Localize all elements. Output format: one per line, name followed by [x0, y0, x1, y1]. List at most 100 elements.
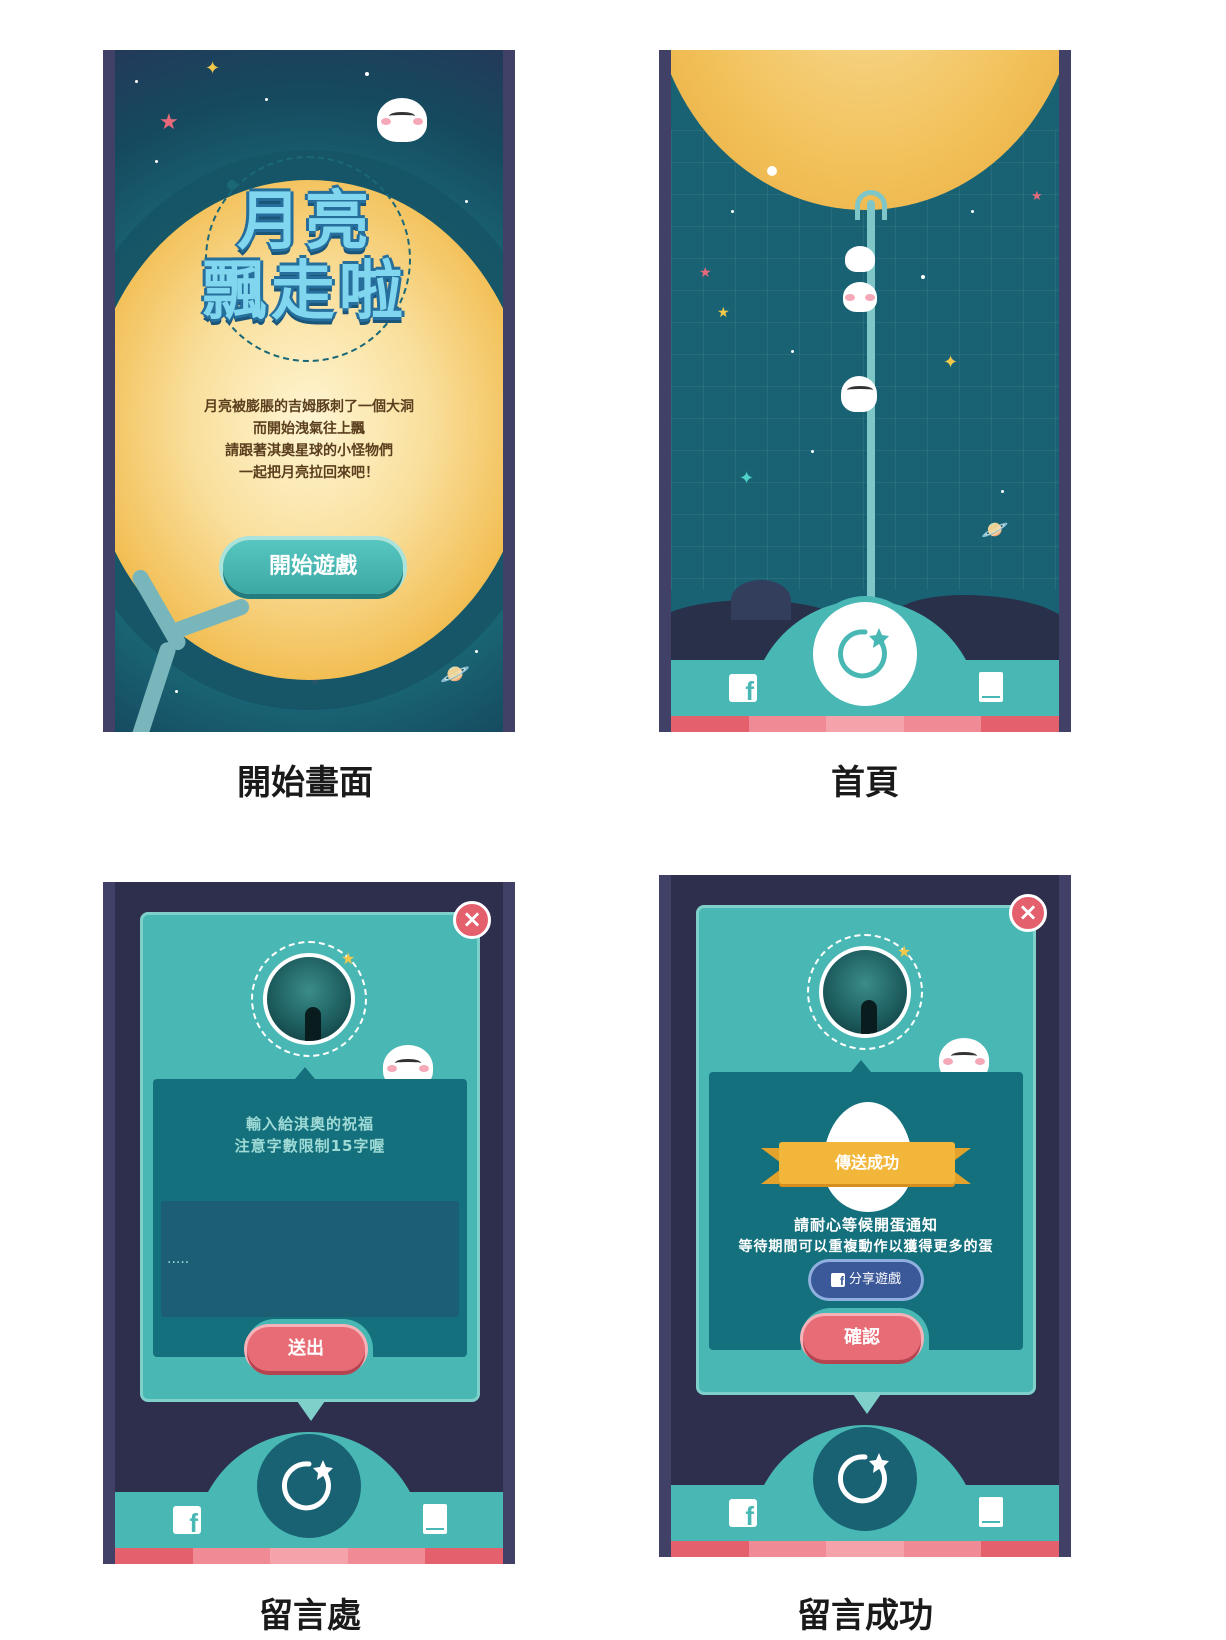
monster-cheek [413, 118, 423, 125]
share-label: 分享遊戲 [848, 1272, 901, 1287]
facebook-icon[interactable]: f [173, 1506, 201, 1538]
reload-button[interactable] [813, 602, 917, 706]
star-dot [465, 200, 468, 203]
submit-button[interactable]: 送出 [247, 1327, 365, 1371]
game-title-line2: 飄走啦 [203, 255, 407, 329]
book-icon[interactable] [423, 1504, 447, 1534]
reload-button[interactable] [257, 1434, 361, 1538]
reload-button[interactable] [813, 1427, 917, 1531]
start-screen-background: ✦ ★ ★ 🪐 月亮 飄走啦 月亮被膨脹的吉姆豚刺了一個大洞 而開始洩氣往上飄 … [115, 50, 503, 732]
reload-star-icon [838, 1453, 889, 1504]
success-dialog: × ★ 傳送成功 請耐心等候開蛋通知 等待期間可以重複動作以獲得更多的蛋 f 分享… [696, 894, 1047, 1414]
saturn-icon: 🪐 [981, 518, 1009, 543]
success-line1: 請耐心等候開蛋通知 [793, 1216, 938, 1234]
star-dot [791, 350, 794, 353]
monster-cheek [419, 1065, 429, 1072]
color-stripes [671, 716, 1059, 732]
silhouette [861, 1000, 877, 1034]
start-game-button[interactable]: 開始遊戲 [223, 540, 403, 594]
bottom-nav: f [659, 600, 1071, 732]
star-dot [175, 690, 178, 693]
monster-cheek [387, 1065, 397, 1072]
confirm-button[interactable]: 確認 [803, 1316, 921, 1360]
facebook-glyph: f [189, 1508, 198, 1538]
intro-line: 月亮被膨脹的吉姆豚刺了一個大洞 [204, 399, 414, 415]
silhouette [305, 1007, 321, 1041]
bottom-nav: f [659, 1425, 1071, 1557]
book-icon[interactable] [979, 672, 1003, 702]
card-notch [295, 1067, 315, 1079]
dialog-tail [853, 1394, 881, 1414]
message-screen: × ★ 輸入給淇奧的祝福 注意字數限制15字喔 送出 f [103, 882, 515, 1564]
monster-eyes [389, 112, 415, 120]
climbing-monster [841, 376, 877, 412]
facebook-glyph: f [745, 676, 754, 706]
caption-home: 首頁 [831, 763, 899, 803]
star-dot [135, 80, 138, 83]
sparkle-icon: ✦ [739, 468, 755, 489]
color-stripes [671, 1541, 1059, 1557]
star-dot [475, 650, 478, 653]
facebook-glyph: f [745, 1501, 754, 1531]
monster-eyes [951, 1052, 977, 1060]
monster-eyes [847, 386, 873, 394]
star-dot [767, 166, 777, 176]
dialog-tail [297, 1401, 325, 1421]
message-input[interactable] [161, 1201, 459, 1317]
reload-star-icon [838, 628, 889, 679]
tree-branch [128, 640, 178, 732]
climbing-monster [843, 282, 877, 312]
saturn-icon: 🪐 [440, 660, 470, 688]
intro-line: 請跟著淇奧星球的小怪物們 [225, 443, 393, 459]
intro-line: 一起把月亮拉回來吧！ [239, 465, 379, 481]
prompt-line2: 注意字數限制15字喔 [234, 1137, 386, 1155]
star-dot [1001, 490, 1004, 493]
facebook-icon[interactable]: f [729, 1499, 757, 1531]
reload-star-icon [282, 1460, 333, 1511]
star-dot [731, 210, 734, 213]
monster-cheek [845, 294, 855, 301]
success-screen: × ★ 傳送成功 請耐心等候開蛋通知 等待期間可以重複動作以獲得更多的蛋 f 分享… [659, 875, 1071, 1557]
intro-line: 而開始洩氣往上飄 [253, 421, 365, 437]
book-icon[interactable] [979, 1497, 1003, 1527]
star-icon: ★ [159, 110, 179, 135]
home-screen: ★ ★ ★ ✦ ✦ 🪐 f [659, 50, 1071, 732]
message-card: 輸入給淇奧的祝福 注意字數限制15字喔 [153, 1067, 467, 1357]
monster-eyes [395, 1059, 421, 1067]
share-game-button[interactable]: f 分享遊戲 [811, 1262, 921, 1298]
star-icon: ★ [717, 305, 730, 321]
facebook-icon[interactable]: f [729, 674, 757, 706]
caption-start: 開始畫面 [237, 763, 373, 803]
start-screen: ✦ ★ ★ 🪐 月亮 飄走啦 月亮被膨脹的吉姆豚刺了一個大洞 而開始洩氣往上飄 … [103, 50, 515, 732]
peeking-monster [377, 98, 427, 142]
success-ribbon: 傳送成功 [779, 1142, 955, 1184]
close-button[interactable]: × [1009, 894, 1047, 932]
close-button[interactable]: × [453, 901, 491, 939]
prompt-line1: 輸入給淇奧的祝福 [245, 1115, 374, 1133]
climbing-monster [845, 246, 875, 272]
star-icon: ★ [699, 265, 712, 281]
monster-cheek [975, 1058, 985, 1065]
monster-cheek [943, 1058, 953, 1065]
star-dot [811, 450, 814, 453]
star-dot [155, 160, 158, 163]
monster-cheek [865, 294, 875, 301]
star-dot [265, 98, 268, 101]
star-dot [921, 275, 925, 279]
caption-message: 留言處 [259, 1596, 361, 1636]
color-stripes [115, 1548, 503, 1564]
message-dialog: × ★ 輸入給淇奧的祝福 注意字數限制15字喔 送出 [140, 901, 491, 1421]
star-dot [971, 210, 974, 213]
success-line2: 等待期間可以重複動作以獲得更多的蛋 [738, 1239, 994, 1255]
monster-cheek [381, 118, 391, 125]
star-icon: ★ [1031, 189, 1043, 204]
facebook-icon: f [830, 1273, 845, 1288]
star-icon: ★ [897, 942, 912, 961]
card-notch [851, 1060, 871, 1072]
sparkle-icon: ✦ [943, 352, 959, 373]
sparkle-icon: ✦ [205, 58, 221, 79]
caption-success: 留言成功 [797, 1596, 933, 1636]
star-dot [365, 72, 369, 76]
star-icon: ★ [341, 949, 356, 968]
game-title-line1: 月亮 [237, 185, 373, 259]
